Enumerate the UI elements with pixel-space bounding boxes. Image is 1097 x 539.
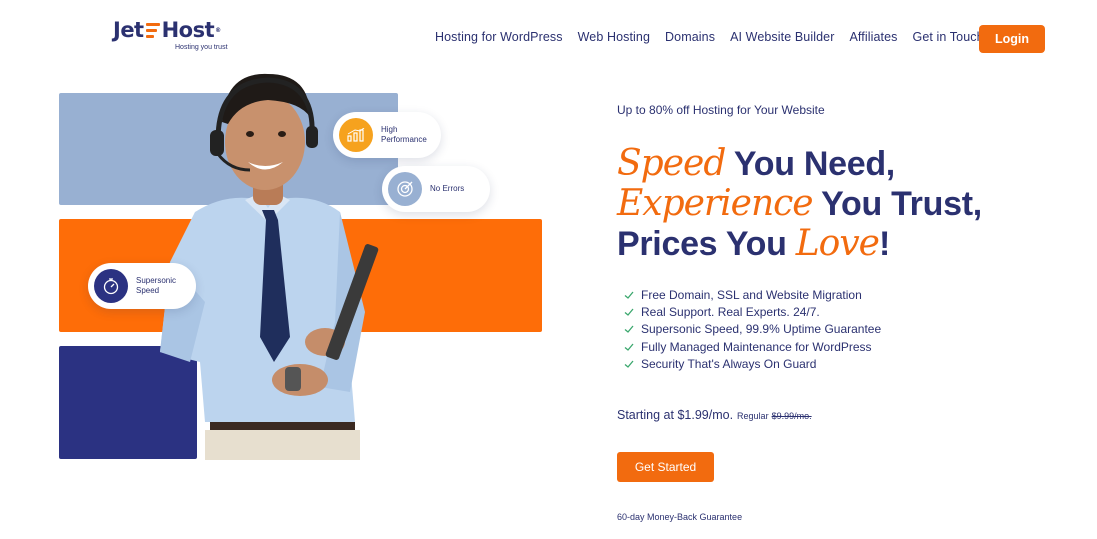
- badge-label: No Errors: [430, 184, 465, 193]
- feature-text: Real Support. Real Experts. 24/7.: [641, 305, 820, 320]
- headline-script-word: Experience: [617, 183, 814, 224]
- feature-item: Real Support. Real Experts. 24/7.: [623, 303, 881, 320]
- main-nav: Hosting for WordPress Web Hosting Domain…: [435, 30, 999, 44]
- get-started-button[interactable]: Get Started: [617, 452, 714, 482]
- logo-tagline: Hosting you trust: [175, 44, 228, 51]
- regular-label: Regular: [737, 411, 769, 421]
- feature-item: Supersonic Speed, 99.9% Uptime Guarantee: [623, 321, 881, 338]
- starting-price: Starting at $1.99/mo.: [617, 408, 734, 422]
- logo-text-jet: Jet: [113, 18, 144, 42]
- badge-supersonic-speed: Supersonic Speed: [88, 263, 196, 309]
- headline-line-1: Speed You Need,: [617, 144, 1057, 184]
- registered-mark: ®: [215, 26, 221, 34]
- logo-bars-icon: [145, 22, 160, 38]
- headline-script-word: Speed: [617, 143, 726, 184]
- nav-affiliates[interactable]: Affiliates: [849, 30, 897, 44]
- check-icon: [624, 326, 634, 334]
- nav-domains[interactable]: Domains: [665, 30, 715, 44]
- feature-text: Fully Managed Maintenance for WordPress: [641, 339, 872, 354]
- check-icon: [624, 291, 634, 299]
- feature-item: Fully Managed Maintenance for WordPress: [623, 338, 881, 355]
- login-button[interactable]: Login: [979, 25, 1045, 53]
- feature-item: Security That's Always On Guard: [623, 356, 881, 373]
- logo-wordmark: Jet Host ®: [113, 18, 243, 42]
- stopwatch-icon: [94, 269, 128, 303]
- badge-label: Supersonic Speed: [136, 276, 177, 295]
- feature-list: Free Domain, SSL and Website Migration R…: [623, 286, 881, 373]
- nav-get-in-touch[interactable]: Get in Touch: [913, 30, 984, 44]
- logo[interactable]: Jet Host ® Hosting you trust: [113, 18, 243, 54]
- headline-line-2: Experience You Trust,: [617, 184, 1057, 224]
- check-icon: [624, 360, 634, 369]
- feature-text: Free Domain, SSL and Website Migration: [641, 287, 862, 302]
- feature-text: Security That's Always On Guard: [641, 357, 817, 372]
- headline-text: You Trust,: [812, 185, 982, 223]
- badge-high-performance: High Performance: [333, 112, 441, 158]
- headline-line-3: Prices You Love!: [617, 224, 1057, 264]
- check-icon: [624, 308, 634, 316]
- pricing: Starting at $1.99/mo. Regular $9.99/mo.: [617, 408, 812, 422]
- headline-text: You Need,: [725, 145, 895, 183]
- logo-text-host: Host: [161, 18, 215, 42]
- badge-no-errors: No Errors: [382, 166, 490, 212]
- target-icon: [388, 172, 422, 206]
- regular-price: $9.99/mo.: [771, 411, 812, 421]
- hero-headline: Speed You Need, Experience You Trust, Pr…: [617, 144, 1057, 264]
- nav-ai-website-builder[interactable]: AI Website Builder: [730, 30, 834, 44]
- money-back-guarantee: 60-day Money-Back Guarantee: [617, 512, 743, 522]
- headline-script-word: Love: [795, 223, 880, 264]
- check-icon: [624, 343, 634, 351]
- feature-text: Supersonic Speed, 99.9% Uptime Guarantee: [641, 322, 882, 337]
- bar-chart-icon: [339, 118, 373, 152]
- feature-item: Free Domain, SSL and Website Migration: [623, 286, 881, 303]
- promo-text: Up to 80% off Hosting for Your Website: [617, 103, 825, 117]
- headline-text: !: [879, 225, 891, 263]
- badge-label: High Performance: [381, 125, 427, 144]
- headline-text: Prices You: [617, 225, 796, 263]
- nav-web-hosting[interactable]: Web Hosting: [578, 30, 650, 44]
- nav-hosting-for-wordpress[interactable]: Hosting for WordPress: [435, 30, 563, 44]
